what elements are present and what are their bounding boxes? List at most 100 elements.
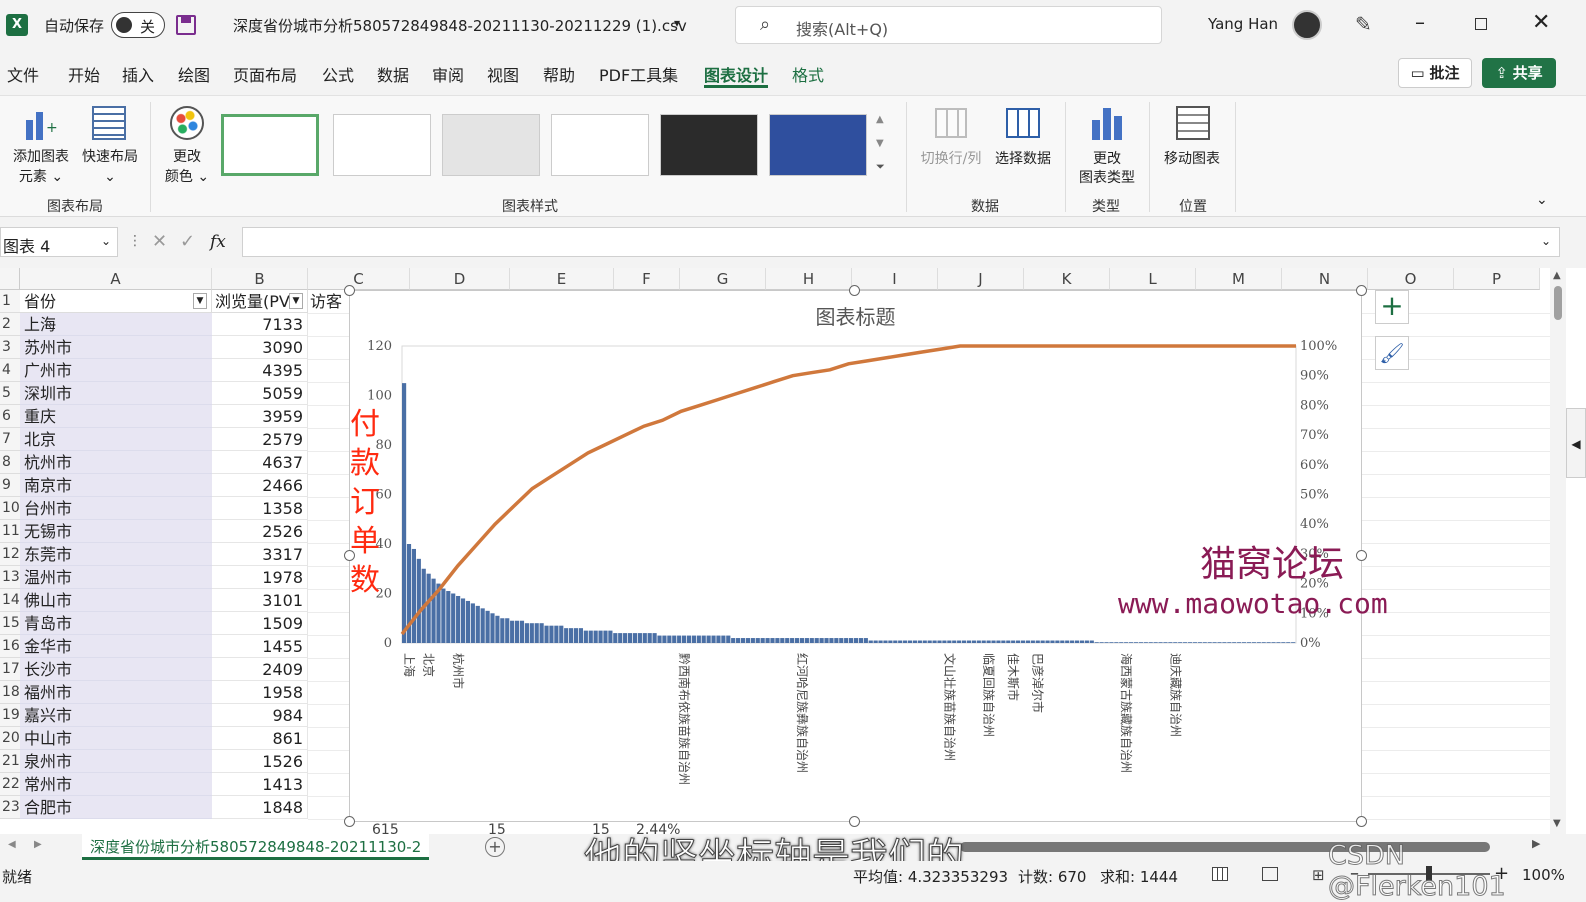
- more-icon[interactable]: ⋮: [128, 233, 142, 249]
- resize-handle[interactable]: [344, 550, 355, 561]
- header-cell-visitors[interactable]: 访客: [310, 290, 342, 313]
- cell-pageviews[interactable]: 1848: [212, 796, 308, 819]
- cell-province[interactable]: 福州市: [20, 681, 212, 704]
- comments-button[interactable]: ▭ 批注: [1398, 58, 1472, 88]
- column-header[interactable]: O: [1368, 268, 1454, 290]
- page-layout-view-icon[interactable]: [1262, 867, 1278, 881]
- minimize-icon[interactable]: –: [1415, 10, 1425, 34]
- enter-icon[interactable]: ✓: [180, 231, 195, 252]
- tab-chart-design[interactable]: 图表设计: [704, 62, 769, 88]
- resize-handle[interactable]: [1356, 285, 1367, 296]
- cell-province[interactable]: 南京市: [20, 474, 212, 497]
- column-header[interactable]: D: [410, 268, 510, 290]
- resize-handle[interactable]: [344, 285, 355, 296]
- chart-title[interactable]: 图表标题: [350, 301, 1361, 330]
- cell-pageviews[interactable]: 4637: [212, 451, 308, 474]
- cell-pageviews[interactable]: 3101: [212, 589, 308, 612]
- row-header[interactable]: 16: [0, 635, 20, 658]
- tab-help[interactable]: 帮助: [543, 62, 575, 88]
- restore-icon[interactable]: [1475, 18, 1487, 30]
- tab-formulas[interactable]: 公式: [322, 62, 354, 88]
- cell-province[interactable]: 杭州市: [20, 451, 212, 474]
- column-header[interactable]: J: [938, 268, 1024, 290]
- cell-province[interactable]: 合肥市: [20, 796, 212, 819]
- partial-cell[interactable]: 615: [372, 822, 399, 834]
- row-header[interactable]: 20: [0, 727, 20, 750]
- switch-row-column-button[interactable]: 切换行/列: [915, 102, 987, 186]
- tab-data[interactable]: 数据: [377, 62, 409, 88]
- column-header[interactable]: G: [680, 268, 766, 290]
- collapse-ribbon-icon[interactable]: ⌄: [1536, 192, 1548, 208]
- row-header[interactable]: 22: [0, 773, 20, 796]
- tab-file[interactable]: 文件: [7, 62, 39, 88]
- cell-pageviews[interactable]: 984: [212, 704, 308, 727]
- cell-province[interactable]: 温州市: [20, 566, 212, 589]
- tab-pdf-tools[interactable]: PDF工具集: [599, 62, 678, 88]
- cell-province[interactable]: 上海: [20, 313, 212, 336]
- column-header[interactable]: N: [1282, 268, 1368, 290]
- row-header[interactable]: 3: [0, 336, 20, 359]
- tab-review[interactable]: 审阅: [432, 62, 464, 88]
- cell-province[interactable]: 重庆: [20, 405, 212, 428]
- row-header[interactable]: 2: [0, 313, 20, 336]
- row-header[interactable]: 14: [0, 589, 20, 612]
- cell-province[interactable]: 中山市: [20, 727, 212, 750]
- sheet-tab[interactable]: 深度省份城市分析580572849848-20211130-2: [82, 834, 430, 860]
- cell-pageviews[interactable]: 1413: [212, 773, 308, 796]
- select-all-corner[interactable]: [0, 268, 20, 290]
- cell-pageviews[interactable]: 1358: [212, 497, 308, 520]
- change-chart-type-button[interactable]: 更改 图表类型: [1072, 102, 1142, 186]
- name-box-dropdown-icon[interactable]: ⌄: [101, 234, 111, 248]
- row-header[interactable]: 23: [0, 796, 20, 819]
- scroll-thumb[interactable]: [1554, 286, 1562, 320]
- cell-pageviews[interactable]: 4395: [212, 359, 308, 382]
- status-average[interactable]: 平均值: 4.323353293: [853, 866, 1008, 887]
- chart-elements-button[interactable]: +: [1375, 290, 1409, 324]
- vertical-scrollbar[interactable]: ▲ ▼: [1550, 268, 1566, 834]
- insert-function-icon[interactable]: fx: [210, 232, 226, 252]
- row-header[interactable]: 21: [0, 750, 20, 773]
- save-icon[interactable]: [176, 15, 196, 35]
- scroll-down-icon[interactable]: ▼: [1553, 818, 1561, 829]
- cell-province[interactable]: 苏州市: [20, 336, 212, 359]
- row-header[interactable]: 7: [0, 428, 20, 451]
- cell-pageviews[interactable]: 3959: [212, 405, 308, 428]
- cell-pageviews[interactable]: 1978: [212, 566, 308, 589]
- column-header[interactable]: H: [766, 268, 852, 290]
- tab-draw[interactable]: 绘图: [178, 62, 210, 88]
- cell-pageviews[interactable]: 1958: [212, 681, 308, 704]
- resize-handle[interactable]: [344, 816, 355, 827]
- next-sheet-icon[interactable]: ▶: [34, 839, 42, 850]
- expand-formula-icon[interactable]: ⌄: [1541, 234, 1551, 248]
- chart-style-3[interactable]: [442, 114, 540, 176]
- row-header[interactable]: 10: [0, 497, 20, 520]
- cell-pageviews[interactable]: 2409: [212, 658, 308, 681]
- formula-input[interactable]: ⌄: [242, 227, 1560, 257]
- row-header[interactable]: 8: [0, 451, 20, 474]
- user-name[interactable]: Yang Han: [1208, 15, 1278, 33]
- normal-view-icon[interactable]: [1212, 867, 1228, 881]
- row-header[interactable]: 9: [0, 474, 20, 497]
- avatar[interactable]: [1292, 10, 1322, 40]
- filter-dropdown-icon[interactable]: ▼: [193, 293, 207, 309]
- cell-pageviews[interactable]: 2466: [212, 474, 308, 497]
- cell-pageviews[interactable]: 5059: [212, 382, 308, 405]
- row-header[interactable]: 6: [0, 405, 20, 428]
- cell-province[interactable]: 长沙市: [20, 658, 212, 681]
- side-panel-toggle[interactable]: ◀: [1566, 408, 1586, 478]
- header-cell-pv[interactable]: 浏览量(PV ▼: [212, 290, 308, 313]
- pen-icon[interactable]: ✎: [1355, 12, 1372, 36]
- cell-pageviews[interactable]: 2579: [212, 428, 308, 451]
- cell-province[interactable]: 青岛市: [20, 612, 212, 635]
- add-sheet-button[interactable]: +: [485, 837, 505, 857]
- chart-style-5[interactable]: [660, 114, 758, 176]
- column-header[interactable]: A: [20, 268, 212, 290]
- resize-handle[interactable]: [1356, 550, 1367, 561]
- cell-province[interactable]: 台州市: [20, 497, 212, 520]
- column-header[interactable]: M: [1196, 268, 1282, 290]
- cell-pageviews[interactable]: 861: [212, 727, 308, 750]
- chart-styles-button[interactable]: 🖌: [1375, 336, 1409, 370]
- row-header[interactable]: 19: [0, 704, 20, 727]
- cell-province[interactable]: 深圳市: [20, 382, 212, 405]
- search-box[interactable]: ⌕ 搜索(Alt+Q): [735, 6, 1162, 44]
